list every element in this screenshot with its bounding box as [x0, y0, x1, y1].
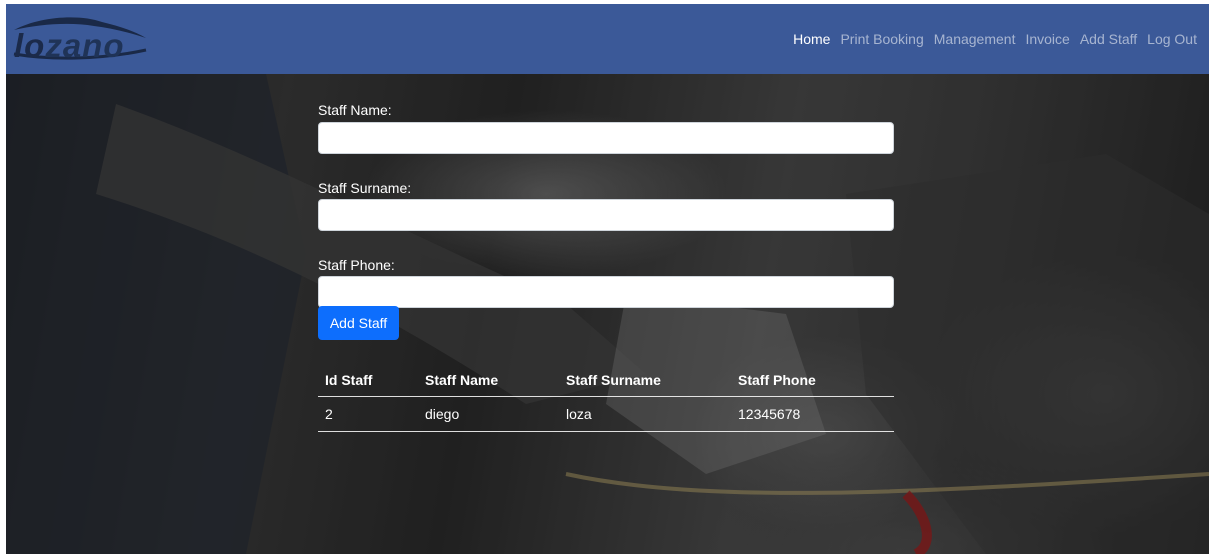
nav-invoice[interactable]: Invoice [1025, 31, 1069, 47]
staff-surname-label: Staff Surname: [318, 180, 412, 196]
col-staff-name: Staff Name [425, 372, 499, 388]
staff-name-label: Staff Name: [318, 102, 392, 118]
cell-staff-phone: 12345678 [738, 406, 801, 422]
brand-name: lozano [14, 28, 125, 64]
col-staff-surname: Staff Surname [566, 372, 661, 388]
add-staff-button[interactable]: Add Staff [318, 306, 399, 340]
staff-name-input[interactable] [318, 122, 894, 154]
cell-staff-surname: loza [566, 406, 592, 422]
nav-home[interactable]: Home [793, 31, 830, 47]
page-frame: lozano Home Print Booking Management Inv… [6, 4, 1209, 554]
cell-id-staff: 2 [325, 406, 333, 422]
nav-add-staff[interactable]: Add Staff [1080, 31, 1137, 47]
nav-links: Home Print Booking Management Invoice Ad… [793, 4, 1197, 74]
navbar: lozano Home Print Booking Management Inv… [6, 4, 1209, 74]
staff-table: Id Staff Staff Name Staff Surname Staff … [318, 364, 894, 432]
col-staff-phone: Staff Phone [738, 372, 816, 388]
staff-phone-input[interactable] [318, 276, 894, 308]
cell-staff-name: diego [425, 406, 460, 422]
brand-name-part1: lo [14, 27, 46, 64]
table-header-row: Id Staff Staff Name Staff Surname Staff … [318, 364, 894, 397]
staff-surname-input[interactable] [318, 199, 894, 231]
hero-background: Staff Name: Staff Surname: Staff Phone: … [6, 74, 1209, 554]
brand-name-part2: zano [45, 27, 125, 64]
staff-table-header: Id Staff Staff Name Staff Surname Staff … [318, 364, 894, 397]
nav-management[interactable]: Management [934, 31, 1016, 47]
table-row: 2 diego loza 12345678 [318, 397, 894, 432]
staff-phone-label: Staff Phone: [318, 257, 395, 273]
col-id-staff: Id Staff [325, 372, 373, 388]
brand-logo[interactable]: lozano [10, 14, 150, 66]
nav-print-booking[interactable]: Print Booking [840, 31, 923, 47]
nav-log-out[interactable]: Log Out [1147, 31, 1197, 47]
staff-table-body: 2 diego loza 12345678 [318, 397, 894, 432]
